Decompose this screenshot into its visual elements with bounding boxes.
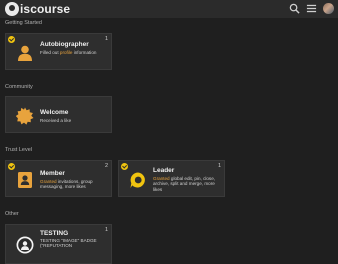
- profile-link[interactable]: profile: [60, 50, 73, 55]
- site-logo[interactable]: iscourse: [5, 2, 70, 16]
- granted-check-icon: [121, 163, 128, 170]
- badge-description: Received a like: [40, 118, 72, 123]
- user-card-icon: [18, 172, 32, 188]
- badge-card-autobiographer[interactable]: 1 Autobiographer Filled out profile info…: [5, 33, 112, 70]
- badge-name: Leader: [153, 167, 175, 174]
- badge-description: TESTING "IMAGE" BADGE ("REPUTATION: [40, 238, 97, 249]
- badge-count: 1: [217, 163, 221, 169]
- badge-card-member[interactable]: 2 Member Granted invitations, group mess…: [5, 160, 112, 197]
- badge-name: Autobiographer: [40, 41, 89, 48]
- user-icon: [18, 45, 32, 61]
- site-header: iscourse: [0, 0, 338, 18]
- badge-count: 1: [104, 227, 108, 233]
- badge-name: TESTING: [40, 230, 69, 237]
- badge-card-welcome[interactable]: Welcome Received a like: [5, 96, 112, 133]
- badge-description: Granted invitations, group messaging, mo…: [40, 179, 93, 190]
- granted-check-icon: [8, 36, 15, 43]
- user-avatar[interactable]: [323, 3, 334, 14]
- badge-count: 2: [104, 163, 108, 169]
- section-title-trust-level: Trust Level: [5, 147, 33, 153]
- section-title-getting-started: Getting Started: [5, 20, 42, 26]
- search-icon[interactable]: [289, 3, 300, 14]
- badge-card-leader[interactable]: 1 Leader Granted global edit, pin, close…: [118, 160, 225, 197]
- section-title-other: Other: [5, 211, 19, 217]
- discourse-logo-icon: [5, 2, 19, 16]
- badge-description: Filled out profile information: [40, 50, 97, 55]
- image-badge-icon: [16, 236, 34, 254]
- granted-check-icon: [8, 163, 15, 170]
- badge-name: Member: [40, 170, 65, 177]
- hamburger-menu-icon[interactable]: [306, 3, 317, 14]
- certificate-icon: [16, 107, 34, 125]
- discourse-logo-icon: [130, 172, 145, 188]
- badge-card-testing[interactable]: 1 TESTING TESTING "IMAGE" BADGE ("REPUTA…: [5, 224, 112, 264]
- logo-text: iscourse: [20, 2, 71, 16]
- section-title-community: Community: [5, 84, 33, 90]
- badge-description: Granted global edit, pin, close, archive…: [153, 176, 216, 192]
- badge-name: Welcome: [40, 109, 69, 116]
- badge-count: 1: [104, 36, 108, 42]
